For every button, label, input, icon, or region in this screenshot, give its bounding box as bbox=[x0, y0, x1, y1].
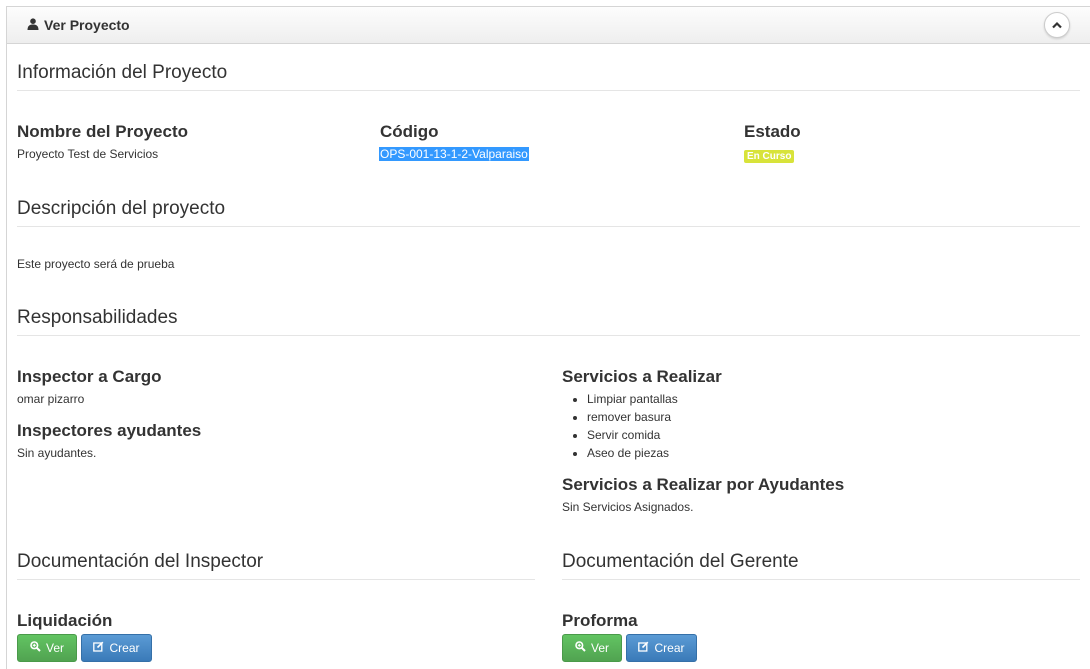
list-item: Limpiar pantallas bbox=[587, 390, 678, 408]
ver-button-label: Ver bbox=[45, 641, 64, 655]
doc-gerente-section-title: Documentación del Gerente bbox=[562, 551, 799, 572]
zoom-in-icon bbox=[575, 641, 591, 655]
list-item: Servir comida bbox=[587, 426, 678, 444]
codigo-label: Código bbox=[380, 122, 439, 141]
doc-inspector-section-title: Documentación del Inspector bbox=[17, 551, 264, 572]
divider bbox=[17, 335, 1080, 336]
nombre-value: Proyecto Test de Servicios bbox=[17, 147, 159, 161]
crear-button-label: Crear bbox=[109, 641, 140, 655]
info-section-title: Información del Proyecto bbox=[17, 62, 228, 83]
divider bbox=[562, 579, 1080, 580]
servicios-label: Servicios a Realizar bbox=[562, 367, 722, 386]
user-icon bbox=[27, 17, 44, 33]
responsabilidades-section-title: Responsabilidades bbox=[17, 307, 178, 328]
panel-title-text: Ver Proyecto bbox=[44, 17, 130, 33]
edit-icon bbox=[638, 641, 654, 655]
proforma-label: Proforma bbox=[562, 611, 638, 630]
crear-button-label: Crear bbox=[654, 641, 685, 655]
codigo-value: OPS-001-13-1-2-Valparaiso bbox=[379, 147, 529, 161]
liquidacion-ver-button[interactable]: Ver bbox=[17, 634, 77, 662]
edit-icon bbox=[93, 641, 109, 655]
divider bbox=[17, 90, 1080, 91]
descripcion-text: Este proyecto será de prueba bbox=[17, 257, 175, 271]
estado-label: Estado bbox=[744, 122, 801, 141]
chevron-up-icon bbox=[1052, 18, 1062, 32]
divider bbox=[17, 579, 535, 580]
servicios-ayudantes-label: Servicios a Realizar por Ayudantes bbox=[562, 475, 845, 494]
proforma-crear-button[interactable]: Crear bbox=[626, 634, 697, 662]
panel-title: Ver Proyecto bbox=[27, 17, 130, 33]
descripcion-section-title: Descripción del proyecto bbox=[17, 198, 226, 219]
servicios-list: Limpiar pantallas remover basura Servir … bbox=[562, 390, 678, 462]
status-badge: En Curso bbox=[744, 150, 795, 163]
ver-button-label: Ver bbox=[590, 641, 609, 655]
zoom-in-icon bbox=[30, 641, 46, 655]
list-item: remover basura bbox=[587, 408, 678, 426]
inspector-label: Inspector a Cargo bbox=[17, 367, 162, 386]
proforma-ver-button[interactable]: Ver bbox=[562, 634, 622, 662]
inspector-value: omar pizarro bbox=[17, 392, 85, 406]
ayudantes-label: Inspectores ayudantes bbox=[17, 421, 202, 440]
panel-header: Ver Proyecto bbox=[7, 7, 1090, 44]
ayudantes-value: Sin ayudantes. bbox=[17, 446, 97, 460]
nombre-label: Nombre del Proyecto bbox=[17, 122, 188, 141]
divider bbox=[17, 226, 1080, 227]
collapse-button[interactable] bbox=[1044, 12, 1070, 38]
liquidacion-crear-button[interactable]: Crear bbox=[81, 634, 152, 662]
liquidacion-label: Liquidación bbox=[17, 611, 113, 630]
list-item: Aseo de piezas bbox=[587, 444, 678, 462]
servicios-ayudantes-value: Sin Servicios Asignados. bbox=[562, 500, 694, 514]
